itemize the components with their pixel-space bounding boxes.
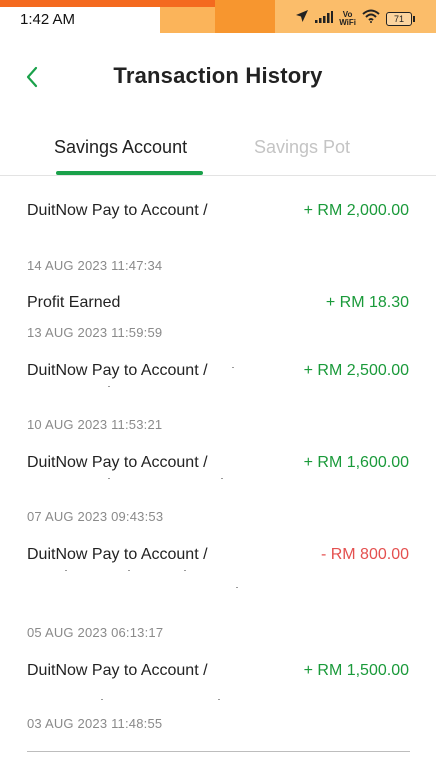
transaction-amount: + RM 1,500.00 [303, 662, 409, 679]
vowifi-label: Vo WiFi [339, 9, 356, 27]
list-divider [27, 751, 410, 752]
transaction-date: 14 AUG 2023 11:47:34 [27, 258, 163, 273]
battery-icon: 71 [386, 11, 415, 26]
transaction-amount: + RM 18.30 [325, 294, 409, 311]
transaction-amount: + RM 2,000.00 [303, 202, 409, 219]
transaction-date: 03 AUG 2023 11:48:55 [27, 716, 163, 731]
redaction-mark [108, 386, 110, 387]
redaction-mark [101, 699, 103, 700]
transaction-date: 07 AUG 2023 09:43:53 [27, 509, 164, 524]
transaction-amount: - RM 800.00 [320, 546, 409, 563]
status-time: 1:42 AM [20, 11, 76, 28]
transaction-title: DuitNow Pay to Account / [27, 362, 208, 379]
redaction-mark [221, 478, 223, 479]
account-tabs: Savings Account Savings Pot [0, 119, 436, 176]
redaction-mark [65, 570, 67, 571]
wifi-icon [362, 9, 380, 28]
transaction-amount: + RM 1,600.00 [303, 454, 409, 471]
status-bar-accent-strip [0, 0, 215, 7]
redaction-mark [236, 587, 238, 588]
tab-savings-pot[interactable]: Savings Pot [254, 137, 350, 158]
transaction-date: 05 AUG 2023 06:13:17 [27, 625, 164, 640]
location-arrow-icon [295, 9, 309, 28]
transaction-date: 10 AUG 2023 11:53:21 [27, 417, 163, 432]
transaction-title: DuitNow Pay to Account / [27, 454, 208, 471]
status-bar: 1:42 AM Vo WiFi 71 [0, 0, 436, 33]
status-bar-accent [215, 0, 275, 33]
redaction-mark [232, 367, 234, 368]
transaction-amount: + RM 2,500.00 [303, 362, 409, 379]
redaction-mark [128, 570, 130, 571]
redaction-mark [184, 570, 186, 571]
redaction-mark [108, 478, 110, 479]
app-header: Transaction History [0, 33, 436, 119]
page-title: Transaction History [113, 63, 323, 88]
status-icons: Vo WiFi 71 [295, 9, 415, 28]
signal-bars-icon [315, 10, 334, 28]
transaction-title: Profit Earned [27, 294, 121, 311]
tab-savings-account[interactable]: Savings Account [54, 137, 187, 158]
transaction-title: DuitNow Pay to Account / [27, 202, 208, 219]
redaction-mark [218, 699, 220, 700]
transaction-title: DuitNow Pay to Account / [27, 662, 208, 679]
active-tab-indicator [56, 171, 203, 175]
transaction-title: DuitNow Pay to Account / [27, 546, 208, 563]
transaction-date: 13 AUG 2023 11:59:59 [27, 325, 163, 340]
